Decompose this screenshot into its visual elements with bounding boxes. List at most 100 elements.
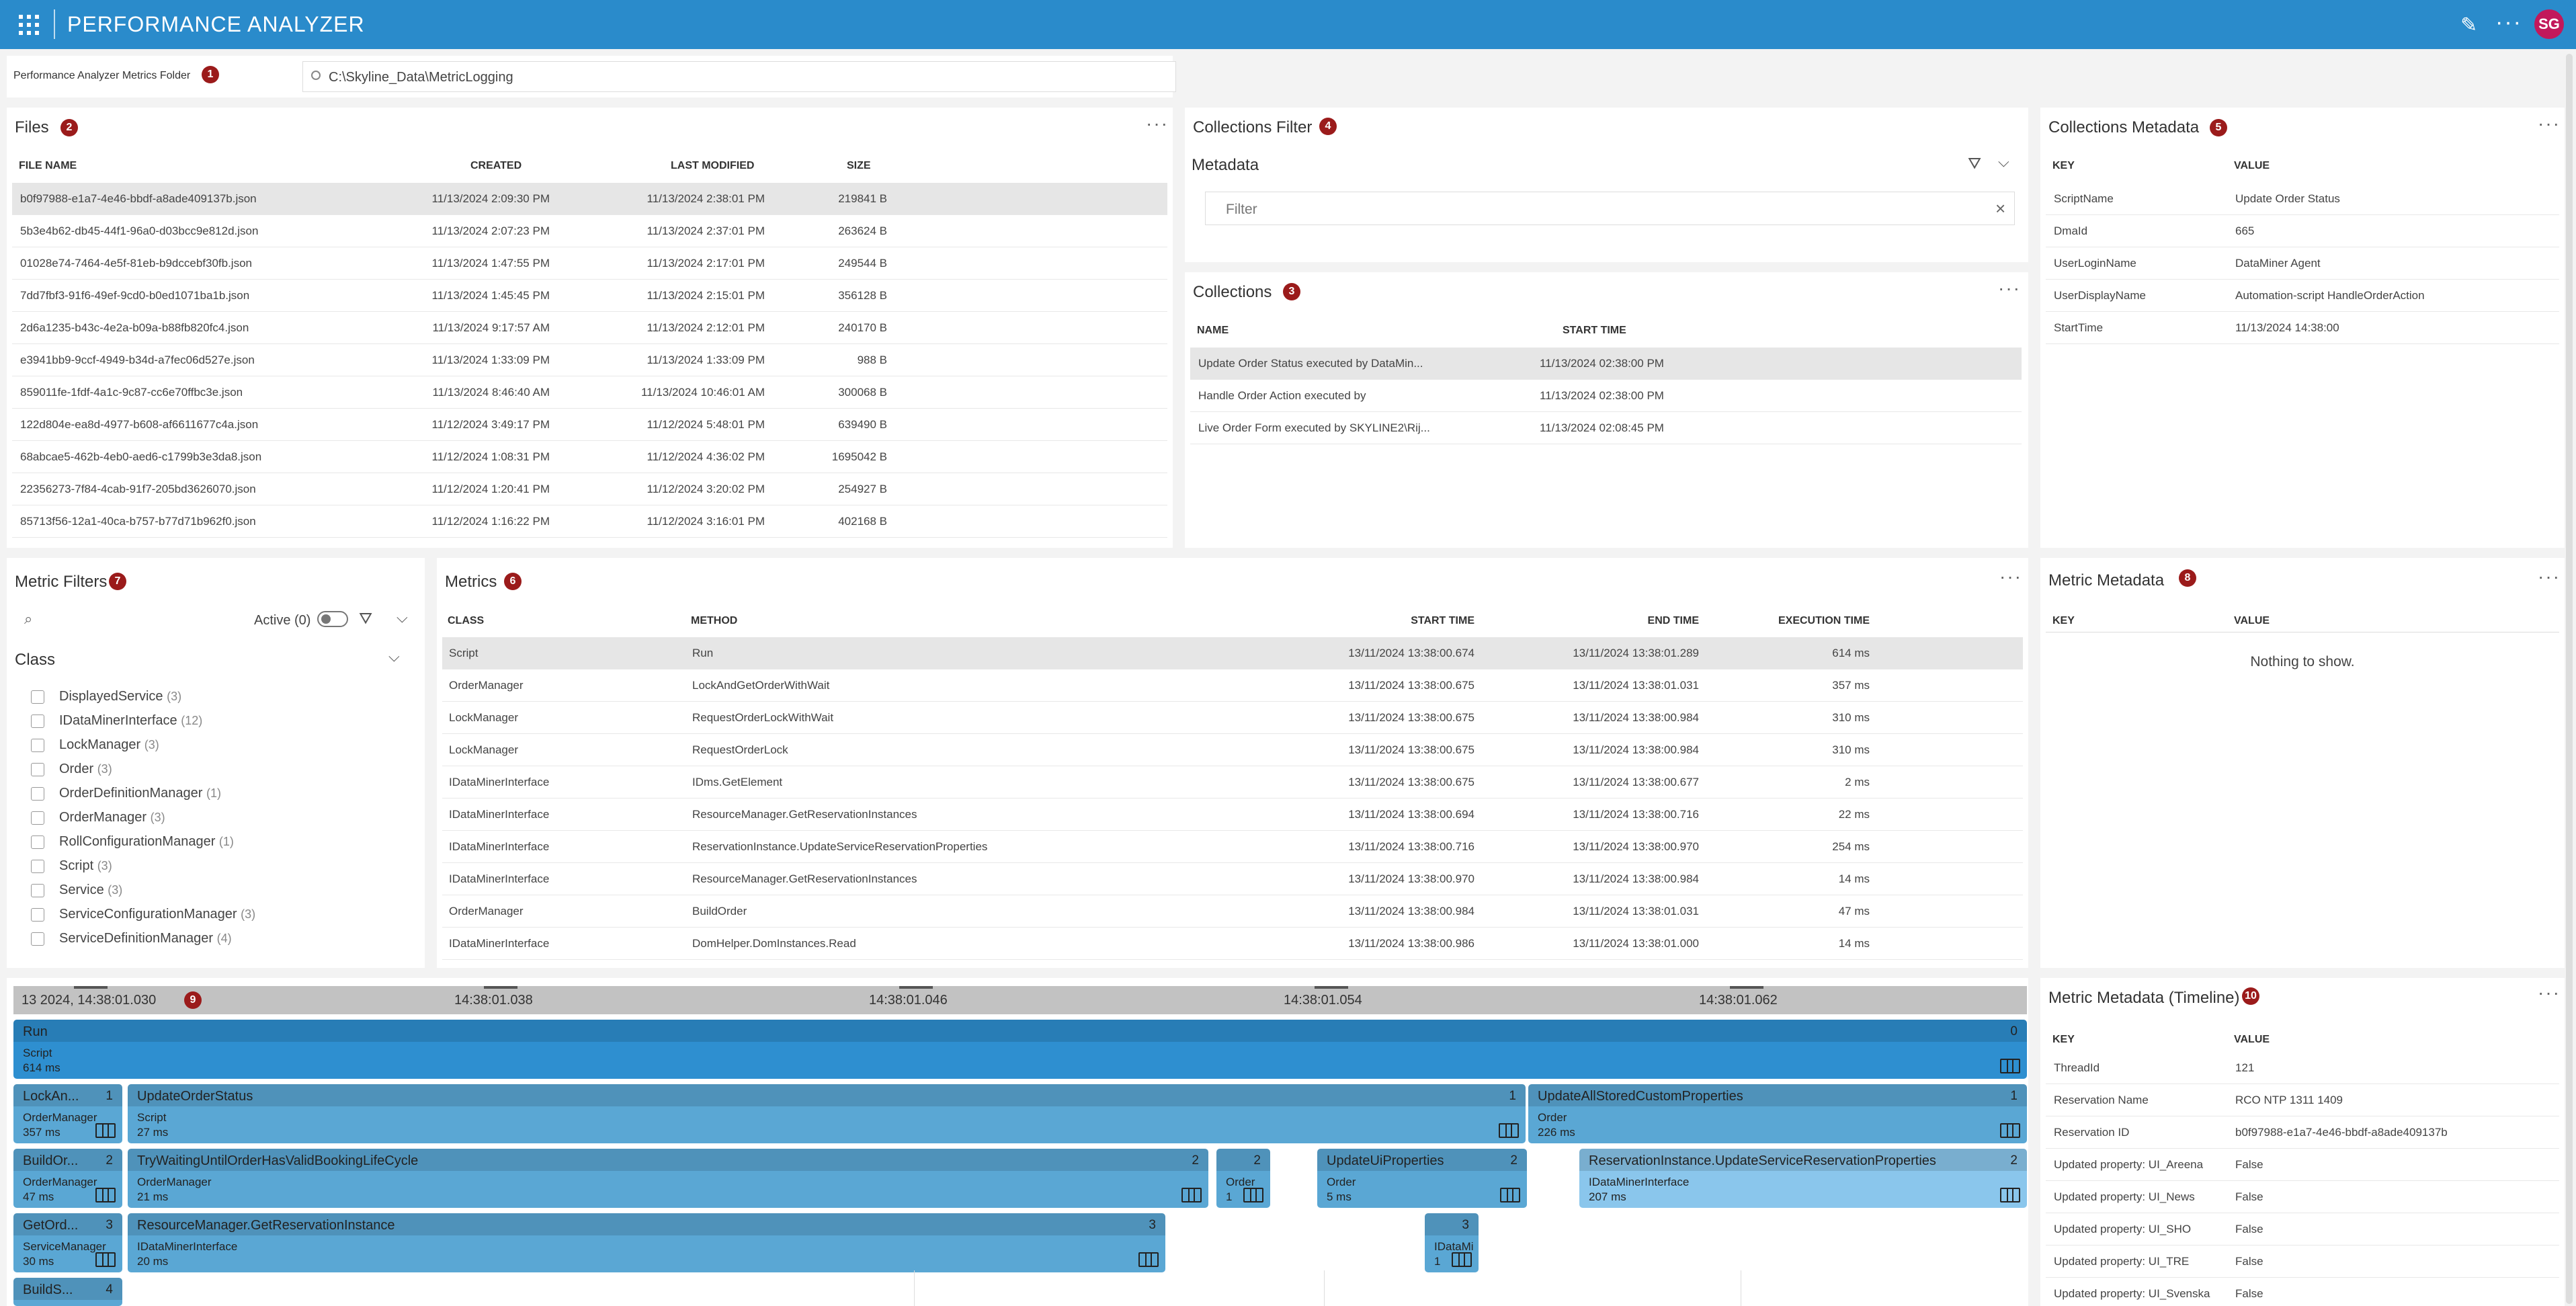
filter-item[interactable]: OrderDefinitionManager (1)	[59, 786, 221, 801]
metadata-filter-input[interactable]: Filter ×	[1205, 192, 2015, 225]
table-icon[interactable]	[1452, 1252, 1472, 1267]
table-icon[interactable]	[2000, 1188, 2020, 1202]
timeline-bar[interactable]: ReservationInstance.UpdateServiceReserva…	[1579, 1149, 2027, 1208]
active-toggle[interactable]	[317, 611, 348, 627]
filter-item[interactable]: Script (3)	[59, 858, 112, 874]
header-execution-time[interactable]: EXECUTION TIME	[1700, 615, 1870, 627]
timeline-bar[interactable]: UpdateOrderStatus 1 Script 27 ms	[128, 1084, 1526, 1143]
table-row[interactable]: 2d6a1235-b43c-4e2a-b09a-b88fb820fc4.json…	[12, 312, 1167, 344]
table-row[interactable]: Handle Order Action executed by 11/13/202…	[1190, 380, 2022, 412]
close-icon[interactable]: ×	[1995, 198, 2005, 219]
timeline-ruler[interactable]: 13 2024, 14:38:01.030 9 14:38:01.038 14:…	[13, 986, 2027, 1014]
checkbox[interactable]	[31, 763, 44, 776]
timeline-bar[interactable]: Run 0 Script 614 ms	[13, 1020, 2027, 1079]
filter-item[interactable]: OrderManager (3)	[59, 810, 165, 825]
table-icon[interactable]	[95, 1123, 116, 1138]
table-row[interactable]: Updated property: UI_Areena False	[2046, 1149, 2559, 1181]
table-row[interactable]: IDataMinerInterface DomHelper.DomInstance…	[442, 928, 2023, 960]
timeline-bar[interactable]: 3 IDataMi 1	[1425, 1213, 1479, 1272]
table-row[interactable]: Update Order Status executed by DataMin.…	[1190, 348, 2022, 380]
timeline-bar[interactable]: 2 Order 1	[1216, 1149, 1270, 1208]
checkbox[interactable]	[31, 908, 44, 922]
header-value[interactable]: VALUE	[2234, 160, 2270, 172]
header-key[interactable]: KEY	[2052, 160, 2075, 172]
filter-item[interactable]: DisplayedService (3)	[59, 689, 181, 704]
table-row[interactable]: 85713f56-12a1-40ca-b757-b77d71b962f0.jso…	[12, 505, 1167, 538]
checkbox[interactable]	[31, 835, 44, 849]
table-row[interactable]: LockManager RequestOrderLock 13/11/2024 13…	[442, 734, 2023, 766]
pencil-icon[interactable]: ✎	[2460, 13, 2477, 37]
table-row[interactable]: Script Run 13/11/2024 13:38:00.674 13/11/20…	[442, 637, 2023, 669]
header-created[interactable]: CREATED	[470, 160, 522, 172]
table-icon[interactable]	[1243, 1188, 1263, 1202]
table-row[interactable]: IDataMinerInterface IDms.GetElement 13/11/…	[442, 766, 2023, 799]
avatar[interactable]: SG	[2534, 9, 2564, 39]
checkbox[interactable]	[31, 715, 44, 728]
files-menu-icon[interactable]: ···	[1146, 113, 1169, 134]
filter-item[interactable]: LockManager (3)	[59, 737, 159, 753]
table-row[interactable]: Updated property: UI_SHO False	[2046, 1213, 2559, 1246]
header-end-time[interactable]: END TIME	[1535, 615, 1699, 627]
table-row[interactable]: 5b3e4b62-db45-44f1-96a0-d03bcc9e812d.jso…	[12, 215, 1167, 247]
table-row[interactable]: Updated property: UI_News False	[2046, 1181, 2559, 1213]
table-row[interactable]: b0f97988-e1a7-4e46-bbdf-a8ade409137b.jso…	[12, 183, 1167, 215]
table-icon[interactable]	[2000, 1059, 2020, 1073]
table-row[interactable]: 7dd7fbf3-91f6-49ef-9cd0-b0ed1071ba1b.jso…	[12, 280, 1167, 312]
table-row[interactable]: ThreadId 121	[2046, 1052, 2559, 1084]
table-row[interactable]: 122d804e-ea8d-4977-b608-af6611677c4a.jso…	[12, 409, 1167, 441]
page-scrollbar[interactable]	[2566, 54, 2573, 1304]
filter-item[interactable]: Service (3)	[59, 883, 122, 898]
filter-item[interactable]: IDataMinerInterface (12)	[59, 713, 202, 729]
table-row[interactable]: 859011fe-1fdf-4a1c-9c87-cc6e70ffbc3e.jso…	[12, 376, 1167, 409]
timeline-metadata-menu-icon[interactable]: ···	[2538, 982, 2561, 1004]
checkbox[interactable]	[31, 932, 44, 946]
table-row[interactable]: DmaId 665	[2046, 215, 2559, 247]
table-icon[interactable]	[1500, 1188, 1520, 1202]
table-row[interactable]: StartTime 11/13/2024 14:38:00	[2046, 312, 2559, 344]
checkbox[interactable]	[31, 884, 44, 897]
timeline-bar[interactable]: UpdateUiProperties 2 Order 5 ms	[1317, 1149, 1527, 1208]
filter-item[interactable]: RollConfigurationManager (1)	[59, 834, 234, 850]
metrics-menu-icon[interactable]: ···	[1999, 566, 2022, 587]
timeline-bar[interactable]: ResourceManager.GetReservationInstance 3 I…	[128, 1213, 1165, 1272]
timeline-bar[interactable]: TryWaitingUntilOrderHasValidBookingLifeC…	[128, 1149, 1208, 1208]
header-size[interactable]: SIZE	[847, 160, 871, 172]
header-start-time[interactable]: START TIME	[1311, 615, 1474, 627]
filter-icon[interactable]: ⛛	[359, 610, 372, 628]
table-icon[interactable]	[1181, 1188, 1202, 1202]
header-method[interactable]: METHOD	[691, 615, 737, 627]
table-row[interactable]: OrderManager BuildOrder 13/11/2024 13:38:0…	[442, 895, 2023, 928]
table-icon[interactable]	[2000, 1123, 2020, 1138]
filter-item[interactable]: Order (3)	[59, 762, 112, 777]
checkbox[interactable]	[31, 787, 44, 801]
table-row[interactable]: 68abcae5-462b-4eb0-aed6-c1799b3e3da8.jso…	[12, 441, 1167, 473]
table-icon[interactable]	[1499, 1123, 1519, 1138]
chevron-down-icon[interactable]: ⌵	[397, 609, 408, 626]
table-icon[interactable]	[1138, 1252, 1159, 1267]
table-row[interactable]: OrderManager LockAndGetOrderWithWait 13/11…	[442, 669, 2023, 702]
ellipsis-icon[interactable]: ···	[2495, 9, 2522, 36]
chevron-down-icon[interactable]: ⌵	[1998, 153, 2009, 171]
header-key[interactable]: KEY	[2052, 1034, 2075, 1046]
table-row[interactable]: Reservation Name RCO NTP 1311 1409	[2046, 1084, 2559, 1116]
table-row[interactable]: ScriptName Update Order Status	[2046, 183, 2559, 215]
table-row[interactable]: Updated property: UI_TRE False	[2046, 1246, 2559, 1278]
table-icon[interactable]	[95, 1188, 116, 1202]
metric-metadata-menu-icon[interactable]: ···	[2538, 566, 2561, 587]
table-row[interactable]: 22356273-7f84-4cab-91f7-205bd3626070.jso…	[12, 473, 1167, 505]
filter-item[interactable]: ServiceDefinitionManager (4)	[59, 931, 232, 946]
collections-menu-icon[interactable]: ···	[1998, 278, 2021, 299]
checkbox[interactable]	[31, 690, 44, 704]
timeline-bar[interactable]: GetOrd... 3 ServiceManager 30 ms	[13, 1213, 122, 1272]
header-value[interactable]: VALUE	[2234, 615, 2270, 627]
header-last-modified[interactable]: LAST MODIFIED	[671, 160, 754, 172]
header-file-name[interactable]: FILE NAME	[19, 160, 77, 172]
search-icon[interactable]: ⌕	[24, 610, 32, 628]
table-icon[interactable]	[95, 1252, 116, 1267]
table-row[interactable]: Updated property: UI_Svenska False	[2046, 1278, 2559, 1306]
timeline-bar[interactable]: LockAn... 1 OrderManager 357 ms	[13, 1084, 122, 1143]
header-class[interactable]: CLASS	[448, 615, 484, 627]
timeline-bar[interactable]: BuildOr... 2 OrderManager 47 ms	[13, 1149, 122, 1208]
chevron-down-icon[interactable]: ⌵	[388, 648, 400, 665]
filter-item[interactable]: ServiceConfigurationManager (3)	[59, 907, 255, 922]
